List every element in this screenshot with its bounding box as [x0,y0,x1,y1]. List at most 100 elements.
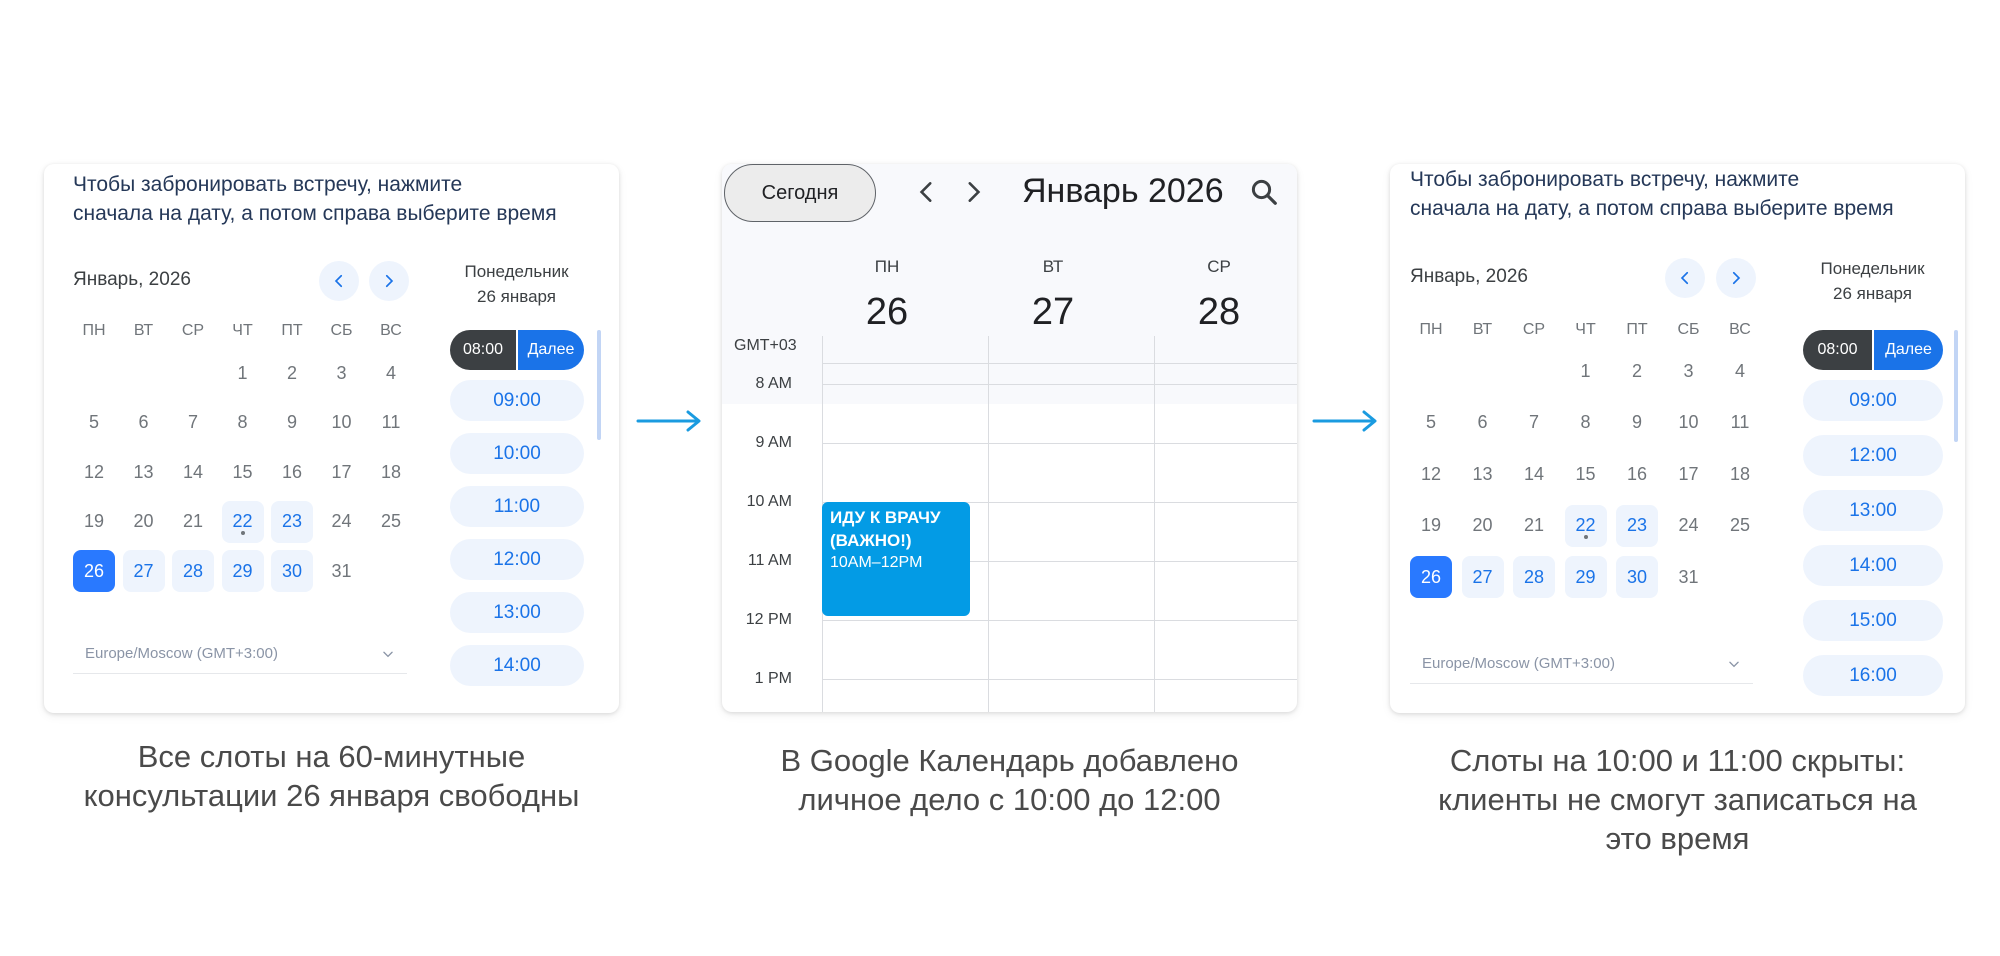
caption-line: личное дело с 10:00 до 12:00 [798,782,1221,817]
date-cell[interactable]: 22 [1564,504,1607,547]
hour-label: 12 PM [745,611,792,628]
slots-scrollbar[interactable] [1954,330,1958,442]
date-cell[interactable]: 22 [221,500,264,543]
date-grid: 1 2 3 4 5 6 7 8 9 10 11 12 13 14 15 16 17 18 19 20 21 22 23 24 2… [1410,350,1761,598]
date-cell[interactable]: 28 [1513,556,1555,598]
date-grid: 1 2 3 4 5 6 7 8 9 10 11 12 13 14 15 16 17 18 19 20 21 22 23 24 2… [73,352,412,592]
date-cell[interactable]: 29 [221,550,264,592]
column-date[interactable]: 28 [1179,291,1259,334]
calendar-event[interactable]: ИДУ К ВРАЧУ (ВАЖНО!) 10AM–12PM [822,502,970,616]
date-cell: 31 [331,560,352,581]
date-name: 26 января [1833,284,1912,303]
grid-line [822,443,1297,444]
time-slot[interactable]: 15:00 [1803,600,1943,641]
date-cell: 7 [187,412,198,432]
date-cell: 6 [1477,412,1488,432]
instruction-line: Чтобы забронировать встречу, нажмите [1410,168,1800,191]
time-slot[interactable]: 09:00 [450,380,584,421]
calendar-title: Январь 2026 [1022,172,1224,210]
chevron-right-icon [1732,271,1741,285]
time-slot[interactable]: 12:00 [450,539,584,580]
date-cell[interactable]: 26 [73,550,115,592]
selected-slot-time[interactable]: 08:00 [450,330,516,370]
date-cell: 11 [381,412,401,432]
time-slot[interactable]: 11:00 [450,486,584,527]
hour-label: 10 AM [746,493,792,510]
time-slot[interactable]: 13:00 [450,592,584,633]
weekday-label: СР [181,322,205,339]
time-slot[interactable]: 13:00 [1803,490,1943,531]
time-slot[interactable]: 16:00 [1803,655,1943,696]
weekday-header: ПН ВТ СР ЧТ ПТ СБ ВС [73,322,412,340]
weekday-name: Понедельник [464,262,569,281]
date-cell: 17 [1678,463,1699,484]
timezone-select[interactable]: Europe/Moscow (GMT+3:00) [1410,644,1753,684]
date-cell: 2 [286,362,297,383]
today-button[interactable]: Сегодня [724,164,876,222]
selected-day-label: Понедельник 26 января [444,259,589,309]
prev-month-button[interactable] [1665,258,1705,298]
instruction-text: Чтобы забронировать встречу, нажмите сна… [1410,165,1894,223]
date-cell: 31 [1678,566,1699,587]
month-label: Январь, 2026 [1410,266,1528,287]
date-cell[interactable]: 27 [122,550,165,592]
instruction-line: Чтобы забронировать встречу, нажмите [73,173,463,196]
event-title: ИДУ К ВРАЧУ [830,508,941,527]
chevron-left-icon[interactable] [914,179,940,205]
date-cell: 4 [385,362,396,383]
date-cell: 20 [1472,515,1493,535]
weekday-label: СБ [1677,321,1700,338]
time-slot[interactable]: 14:00 [1803,545,1943,586]
chevron-down-icon [383,651,393,657]
selected-slot: 08:00 Далее [450,330,584,370]
date-cell: 15 [232,461,253,482]
time-slot[interactable]: 12:00 [1803,435,1943,476]
weekday-label: ВС [380,322,402,339]
weekday-label: ВС [1729,321,1751,338]
selected-slot-time[interactable]: 08:00 [1803,330,1872,370]
date-cell[interactable]: 30 [1616,556,1658,598]
slots-scrollbar[interactable] [597,330,601,440]
weekday-label: ВТ [1472,321,1493,338]
time-slot[interactable]: 10:00 [450,433,584,474]
date-cell[interactable]: 27 [1461,556,1504,598]
prev-month-button[interactable] [319,261,359,301]
grid-line [822,679,1297,680]
date-cell: 8 [237,412,248,432]
chevron-right-icon[interactable] [960,179,986,205]
column-date[interactable]: 26 [847,291,927,334]
next-button[interactable]: Далее [516,330,584,370]
date-cell: 2 [1631,360,1642,381]
date-cell[interactable]: 28 [172,550,214,592]
arrow-right-icon [1312,410,1377,432]
date-cell[interactable]: 29 [1564,556,1607,598]
timezone-select[interactable]: Europe/Moscow (GMT+3:00) [73,634,407,674]
time-slot[interactable]: 09:00 [1803,380,1943,421]
date-cell: 12 [83,461,105,482]
next-month-button[interactable] [1716,258,1756,298]
chevron-down-icon [1729,661,1739,667]
hour-label: 1 PM [754,670,792,687]
date-cell[interactable]: 23 [1616,504,1658,547]
next-month-button[interactable] [369,261,409,301]
date-cell: 10 [1678,412,1699,432]
booking-widget-after: Чтобы забронировать встречу, нажмите сна… [1390,164,1965,713]
grid-line [988,336,989,712]
caption-line: В Google Календарь добавлено [780,743,1239,778]
date-cell: 7 [1528,412,1539,432]
next-button[interactable]: Далее [1872,330,1943,370]
date-cell[interactable]: 23 [271,500,313,543]
search-icon[interactable] [1249,177,1279,207]
date-cell[interactable]: 26 [1410,556,1452,598]
date-cell: 15 [1575,463,1596,484]
time-slot[interactable]: 14:00 [450,645,584,686]
column-date[interactable]: 27 [1013,291,1093,334]
weekday-name: Понедельник [1820,259,1925,278]
empty-cell [73,352,115,394]
column-weekday: ВТ [1042,257,1064,276]
instruction-line: сначала на дату, а потом справа выберите… [1410,197,1894,220]
date-cell: 10 [331,412,352,432]
event-time: 10AM–12PM [830,554,923,571]
date-cell[interactable]: 30 [271,550,313,592]
date-cell: 13 [1472,463,1493,484]
